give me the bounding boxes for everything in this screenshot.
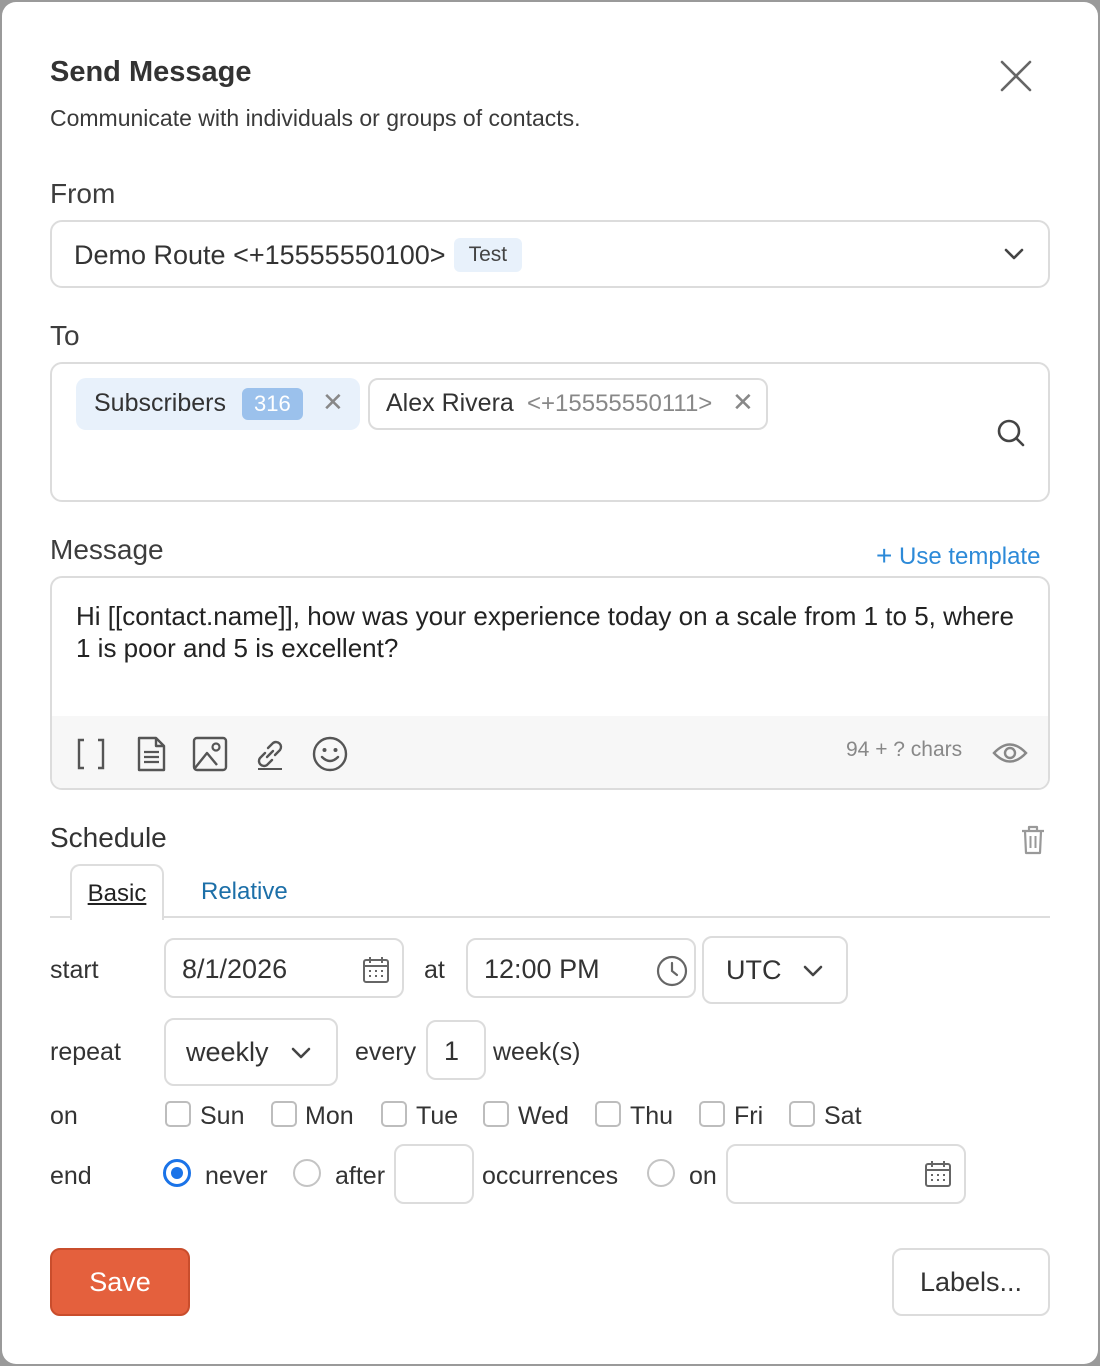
end-on-radio[interactable] bbox=[647, 1159, 675, 1187]
send-message-dialog: Send Message Communicate with individual… bbox=[2, 2, 1098, 1364]
recipient-chip-group: Subscribers 316 ✕ bbox=[76, 378, 360, 430]
labels-button[interactable]: Labels... bbox=[892, 1248, 1050, 1316]
message-textarea[interactable]: Hi [[contact.name]], how was your experi… bbox=[76, 600, 1026, 664]
dialog-title: Send Message bbox=[50, 56, 252, 88]
search-icon[interactable] bbox=[996, 418, 1026, 448]
recipient-chip-contact: Alex Rivera <+15555550111> ✕ bbox=[368, 378, 768, 430]
end-after-label: after bbox=[335, 1162, 386, 1190]
chevron-down-icon bbox=[290, 1046, 312, 1060]
day-label: Thu bbox=[630, 1102, 674, 1130]
trash-icon[interactable] bbox=[1018, 824, 1048, 856]
day-label: Fri bbox=[734, 1102, 764, 1130]
use-template-label: Use template bbox=[899, 543, 1041, 570]
end-on-label: on bbox=[689, 1162, 717, 1190]
image-icon[interactable] bbox=[191, 735, 229, 773]
start-time-input[interactable]: 12:00 PM bbox=[466, 938, 696, 998]
start-label: start bbox=[50, 956, 99, 984]
remove-chip-icon[interactable]: ✕ bbox=[732, 387, 754, 418]
count-badge: 316 bbox=[242, 388, 303, 420]
day-checkbox-tue[interactable] bbox=[381, 1101, 407, 1127]
preview-eye-icon[interactable] bbox=[992, 738, 1028, 768]
remove-chip-icon[interactable]: ✕ bbox=[322, 387, 344, 418]
calendar-icon[interactable] bbox=[924, 1160, 952, 1188]
emoji-icon[interactable] bbox=[311, 735, 349, 773]
to-label: To bbox=[50, 320, 80, 351]
day-label: Tue bbox=[416, 1102, 459, 1130]
repeat-label: repeat bbox=[50, 1038, 121, 1066]
repeat-select[interactable]: weekly bbox=[164, 1018, 338, 1086]
from-label: From bbox=[50, 178, 116, 209]
document-icon[interactable] bbox=[132, 735, 170, 773]
day-checkbox-wed[interactable] bbox=[483, 1101, 509, 1127]
schedule-label: Schedule bbox=[50, 822, 167, 853]
day-label: Mon bbox=[305, 1102, 354, 1130]
tab-divider bbox=[50, 916, 1050, 918]
end-after-radio[interactable] bbox=[293, 1159, 321, 1187]
timezone-select[interactable]: UTC bbox=[702, 936, 848, 1004]
tab-relative[interactable]: Relative bbox=[201, 878, 288, 906]
day-checkbox-sun[interactable] bbox=[165, 1101, 191, 1127]
every-unit-label: week(s) bbox=[493, 1038, 581, 1066]
every-label: every bbox=[355, 1038, 417, 1066]
tab-basic[interactable]: Basic bbox=[70, 864, 164, 920]
end-label: end bbox=[50, 1162, 92, 1190]
link-icon[interactable] bbox=[251, 735, 289, 773]
every-input[interactable]: 1 bbox=[426, 1020, 486, 1080]
calendar-icon[interactable] bbox=[362, 956, 390, 984]
brackets-icon[interactable] bbox=[72, 735, 110, 773]
clock-icon[interactable] bbox=[656, 955, 688, 987]
day-label: Sun bbox=[200, 1102, 245, 1130]
char-count: 94 + ? chars bbox=[846, 738, 963, 761]
from-value: Demo Route <+15555550100> bbox=[74, 240, 446, 270]
test-badge: Test bbox=[453, 238, 523, 272]
from-select[interactable]: Demo Route <+15555550100> Test bbox=[50, 220, 1050, 288]
occurrences-input[interactable] bbox=[394, 1144, 474, 1204]
message-editor[interactable]: Hi [[contact.name]], how was your experi… bbox=[50, 576, 1050, 790]
chip-label: Subscribers bbox=[94, 389, 226, 417]
start-date-value: 8/1/2026 bbox=[182, 954, 288, 984]
day-label: Wed bbox=[518, 1102, 569, 1130]
use-template-link[interactable]: + Use template bbox=[876, 540, 1040, 572]
repeat-value: weekly bbox=[186, 1037, 269, 1067]
chevron-down-icon bbox=[802, 964, 824, 978]
to-recipients-field[interactable]: Subscribers 316 ✕ Alex Rivera <+15555550… bbox=[50, 362, 1050, 502]
day-checkbox-mon[interactable] bbox=[271, 1101, 297, 1127]
day-checkbox-sat[interactable] bbox=[789, 1101, 815, 1127]
day-label: Sat bbox=[824, 1102, 862, 1130]
chip-label: Alex Rivera bbox=[386, 389, 514, 417]
at-label: at bbox=[424, 956, 445, 984]
end-never-radio[interactable] bbox=[163, 1159, 191, 1187]
message-label: Message bbox=[50, 534, 164, 565]
chip-phone: <+15555550111> bbox=[527, 390, 713, 417]
day-checkbox-thu[interactable] bbox=[595, 1101, 621, 1127]
chevron-down-icon bbox=[1002, 246, 1026, 262]
start-date-input[interactable]: 8/1/2026 bbox=[164, 938, 404, 998]
save-button[interactable]: Save bbox=[50, 1248, 190, 1316]
on-label: on bbox=[50, 1102, 78, 1130]
timezone-value: UTC bbox=[726, 955, 782, 985]
occurrences-label: occurrences bbox=[482, 1162, 619, 1190]
end-never-label: never bbox=[205, 1162, 268, 1190]
plus-icon: + bbox=[876, 540, 893, 571]
end-date-input[interactable] bbox=[726, 1144, 966, 1204]
close-icon[interactable] bbox=[998, 58, 1034, 94]
start-time-value: 12:00 PM bbox=[484, 954, 600, 984]
message-toolbar: 94 + ? chars bbox=[52, 716, 1048, 788]
every-value: 1 bbox=[444, 1036, 460, 1066]
dialog-subtitle: Communicate with individuals or groups o… bbox=[50, 105, 581, 131]
day-checkbox-fri[interactable] bbox=[699, 1101, 725, 1127]
